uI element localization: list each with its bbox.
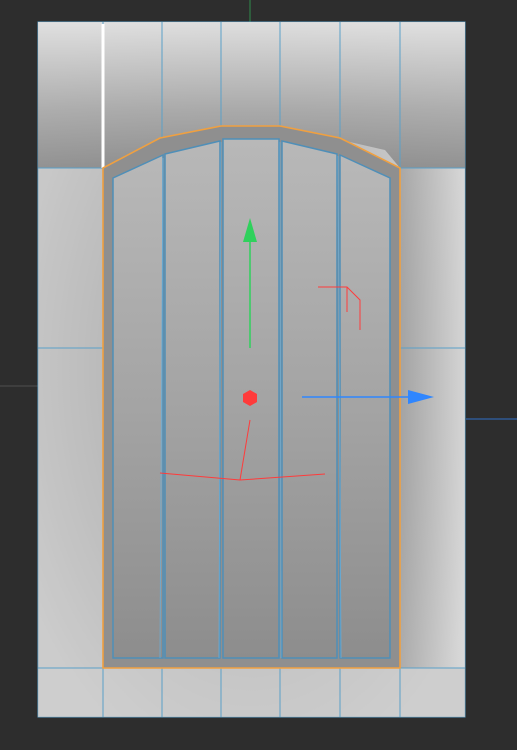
3d-viewport[interactable] [0,0,517,750]
plank-5[interactable] [339,153,391,659]
plank-2[interactable] [164,140,221,659]
plank-4[interactable] [281,140,338,659]
plank-1[interactable] [112,153,164,659]
viewport-canvas[interactable] [0,0,517,750]
